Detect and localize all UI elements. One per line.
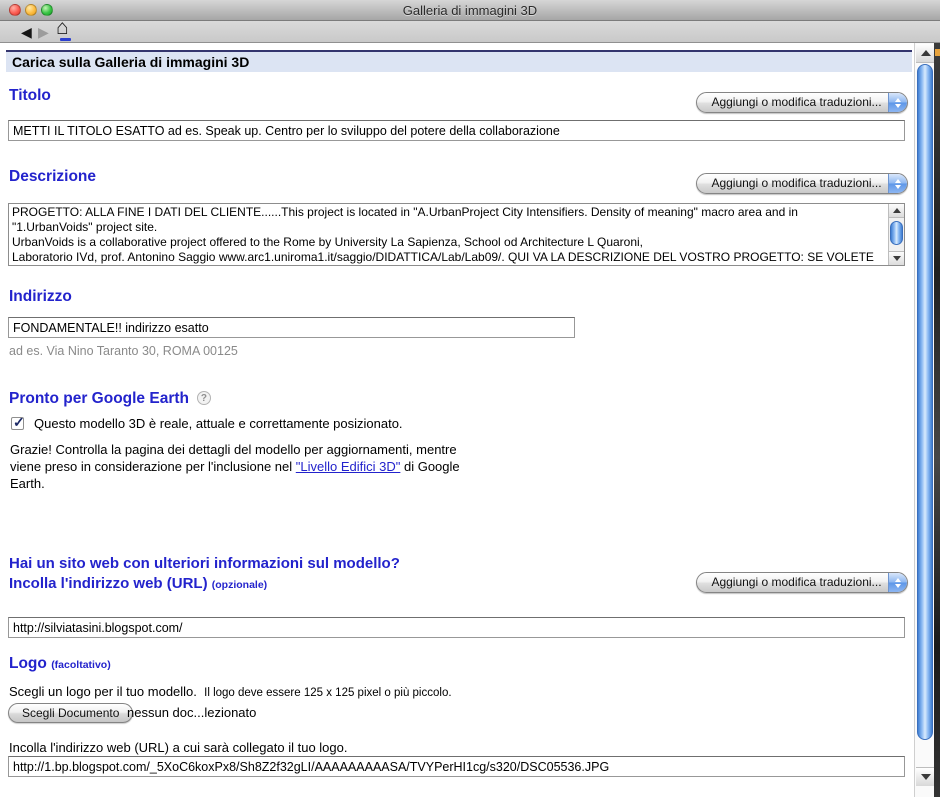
descrizione-textarea[interactable]: PROGETTO: ALLA FINE I DATI DEL CLIENTE..…	[9, 204, 888, 265]
choose-file-button[interactable]: Scegli Documento	[8, 703, 133, 723]
window-title: Galleria di immagini 3D	[0, 0, 940, 21]
logo-url-label: Incolla l'indirizzo web (URL) a cui sarà…	[9, 740, 347, 755]
scroll-down-icon[interactable]	[889, 251, 904, 265]
website-url-heading: Incolla l'indirizzo web (URL) (opzionale…	[9, 575, 267, 592]
indirizzo-hint: ad es. Via Nino Taranto 30, ROMA 00125	[9, 344, 238, 358]
home-active-marker	[60, 38, 71, 41]
descrizione-textarea-frame: PROGETTO: ALLA FINE I DATI DEL CLIENTE..…	[8, 203, 905, 266]
browser-window: Galleria di immagini 3D ◀ ▶ ⌂ Carica sul…	[0, 0, 940, 797]
ready-checkbox[interactable]: ✓	[11, 417, 24, 430]
dropdown-arrows-icon	[888, 93, 907, 112]
desktop-icon-fragment	[935, 49, 940, 56]
scroll-up-icon[interactable]	[916, 44, 935, 63]
scroll-down-icon[interactable]	[916, 767, 935, 786]
window-scrollbar-thumb[interactable]	[917, 64, 933, 740]
back-icon[interactable]: ◀	[21, 23, 32, 41]
page-title: Carica sulla Galleria di immagini 3D	[6, 50, 912, 72]
home-icon[interactable]: ⌂	[56, 19, 69, 37]
livello-edifici-3d-link[interactable]: "Livello Edifici 3D"	[296, 459, 401, 474]
google-earth-heading: Pronto per Google Earth?	[9, 390, 211, 408]
titolo-input[interactable]	[8, 120, 905, 141]
window-scrollbar[interactable]	[914, 43, 934, 797]
desktop-edge	[934, 43, 940, 797]
translate-dropdown-descrizione[interactable]: Aggiungi o modifica traduzioni...	[696, 173, 908, 194]
page-content: Carica sulla Galleria di immagini 3D Tit…	[0, 43, 914, 797]
google-earth-note: Grazie! Controlla la pagina dei dettagli…	[10, 441, 480, 492]
ready-checkbox-label: Questo modello 3D è reale, attuale e cor…	[34, 416, 403, 431]
website-question-heading: Hai un sito web con ulteriori informazio…	[9, 555, 400, 572]
indirizzo-input[interactable]	[8, 317, 575, 338]
logo-heading: Logo (facoltativo)	[9, 655, 111, 673]
translate-dropdown-label: Aggiungi o modifica traduzioni...	[697, 93, 888, 112]
translate-dropdown-label: Aggiungi o modifica traduzioni...	[697, 174, 888, 193]
file-status-text: nessun doc...lezionato	[127, 705, 256, 720]
logo-size-note: Il logo deve essere 125 x 125 pixel o pi…	[204, 687, 451, 699]
textarea-scrollbar[interactable]	[888, 204, 904, 265]
translate-dropdown-label: Aggiungi o modifica traduzioni...	[697, 573, 888, 592]
translate-dropdown-titolo[interactable]: Aggiungi o modifica traduzioni...	[696, 92, 908, 113]
help-icon[interactable]: ?	[197, 391, 211, 405]
forward-icon: ▶	[38, 23, 49, 41]
website-url-input[interactable]	[8, 617, 905, 638]
facoltativo-label: (facoltativo)	[51, 659, 111, 671]
logo-instruction: Scegli un logo per il tuo modello. Il lo…	[9, 684, 452, 699]
optional-label: (opzionale)	[212, 579, 267, 591]
indirizzo-heading: Indirizzo	[9, 288, 72, 306]
checkmark-icon: ✓	[13, 414, 25, 431]
scroll-up-icon[interactable]	[889, 204, 904, 218]
window-titlebar: Galleria di immagini 3D	[0, 0, 940, 21]
browser-toolbar: ◀ ▶ ⌂	[0, 21, 940, 43]
dropdown-arrows-icon	[888, 174, 907, 193]
descrizione-heading: Descrizione	[9, 168, 96, 186]
logo-url-input[interactable]	[8, 756, 905, 777]
textarea-scrollbar-thumb[interactable]	[890, 221, 903, 245]
titolo-heading: Titolo	[9, 87, 51, 105]
translate-dropdown-website[interactable]: Aggiungi o modifica traduzioni...	[696, 572, 908, 593]
dropdown-arrows-icon	[888, 573, 907, 592]
